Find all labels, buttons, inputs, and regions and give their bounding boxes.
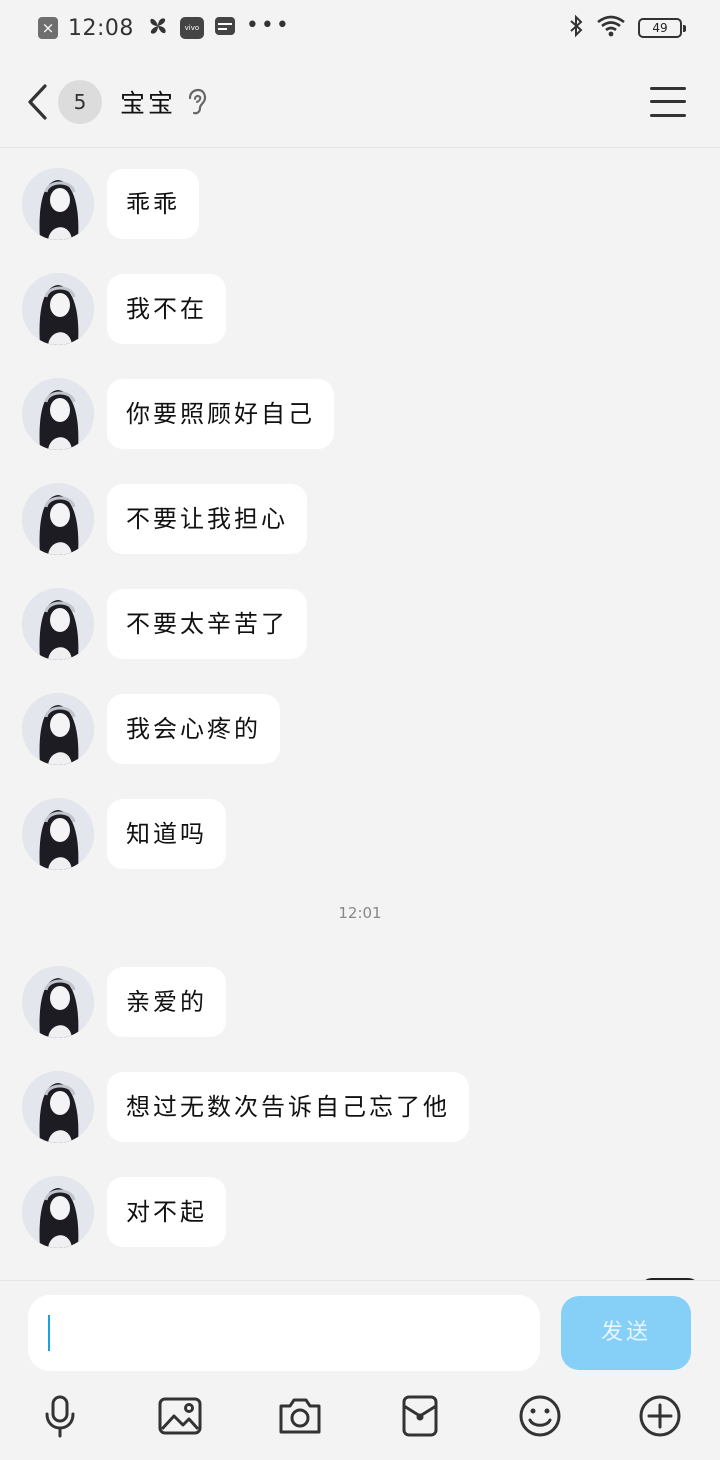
- avatar[interactable]: [22, 273, 94, 345]
- avatar[interactable]: [22, 588, 94, 660]
- emoji-button[interactable]: [517, 1393, 563, 1439]
- message-row: 不要让我担心: [22, 483, 307, 555]
- menu-icon-line: [650, 113, 686, 117]
- unread-count-badge[interactable]: 5: [58, 79, 102, 124]
- message-row: 对不起: [22, 1176, 226, 1248]
- avatar[interactable]: [22, 693, 94, 765]
- menu-button[interactable]: [650, 86, 686, 117]
- message-row: 你要照顾好自己: [22, 378, 334, 450]
- input-area: 发送: [0, 1280, 720, 1460]
- message-bubble[interactable]: 对不起: [107, 1177, 226, 1247]
- image-icon: [158, 1397, 202, 1435]
- status-bar: × 12:08 vivo ••• 49: [0, 0, 720, 56]
- message-row: 亲爱的: [22, 966, 226, 1038]
- camera-icon: [279, 1398, 321, 1434]
- message-input[interactable]: [28, 1295, 540, 1371]
- message-row: 乖乖: [22, 168, 199, 240]
- message-row: 不要太辛苦了: [22, 588, 307, 660]
- microphone-icon: [45, 1395, 75, 1438]
- message-list[interactable]: 乖乖 我不在 你要照顾好自己 不要让我担心 不要太辛苦了 我会心疼的 知道吗 1…: [0, 148, 720, 1280]
- red-packet-button[interactable]: [397, 1393, 443, 1439]
- message-row: 想过无数次告诉自己忘了他: [22, 1071, 469, 1143]
- avatar[interactable]: [22, 1071, 94, 1143]
- avatar[interactable]: [22, 798, 94, 870]
- image-button[interactable]: [157, 1393, 203, 1439]
- bluetooth-icon: [568, 14, 584, 42]
- smiley-icon: [519, 1395, 561, 1437]
- chat-header: 5 宝宝: [0, 56, 720, 148]
- avatar[interactable]: [22, 168, 94, 240]
- pinwheel-icon: [146, 14, 170, 42]
- send-button[interactable]: 发送: [561, 1296, 691, 1370]
- status-time: 12:08: [68, 15, 134, 41]
- back-button[interactable]: [26, 82, 52, 122]
- message-bubble[interactable]: 不要太辛苦了: [107, 589, 307, 659]
- menu-icon-line: [650, 100, 686, 103]
- message-row: 知道吗: [22, 798, 226, 870]
- avatar[interactable]: [22, 1176, 94, 1248]
- input-toolbar: [0, 1385, 720, 1445]
- message-bubble[interactable]: 不要让我担心: [107, 484, 307, 554]
- time-separator: 12:01: [338, 904, 382, 922]
- avatar[interactable]: [22, 966, 94, 1038]
- more-notifications-icon: •••: [245, 12, 291, 38]
- message-bubble[interactable]: 我不在: [107, 274, 226, 344]
- message-bubble[interactable]: 你要照顾好自己: [107, 379, 334, 449]
- more-button[interactable]: [637, 1393, 683, 1439]
- status-left: × 12:08 vivo •••: [38, 12, 291, 42]
- message-bubble[interactable]: 亲爱的: [107, 967, 226, 1037]
- chevron-left-icon: [28, 83, 47, 120]
- voice-button[interactable]: [37, 1393, 83, 1439]
- wifi-icon: [596, 15, 626, 41]
- message-bubble[interactable]: 想过无数次告诉自己忘了他: [107, 1072, 469, 1142]
- message-bubble[interactable]: 知道吗: [107, 799, 226, 869]
- contact-name: 宝宝: [120, 88, 177, 118]
- wallet-icon: [214, 15, 236, 41]
- menu-icon-line: [650, 86, 686, 90]
- text-cursor: [48, 1315, 50, 1351]
- status-right: 49: [568, 14, 686, 42]
- message-bubble[interactable]: 我会心疼的: [107, 694, 280, 764]
- avatar[interactable]: [22, 378, 94, 450]
- message-bubble[interactable]: 乖乖: [107, 169, 199, 239]
- message-row: 我会心疼的: [22, 693, 280, 765]
- avatar[interactable]: [22, 483, 94, 555]
- battery-indicator: 49: [638, 18, 686, 38]
- red-packet-icon: [402, 1395, 438, 1437]
- ear-icon[interactable]: [186, 88, 208, 116]
- message-row: 我不在: [22, 273, 226, 345]
- vivo-app-icon: vivo: [179, 17, 204, 39]
- close-notification-icon: ×: [38, 17, 58, 39]
- camera-button[interactable]: [277, 1393, 323, 1439]
- plus-circle-icon: [639, 1395, 681, 1437]
